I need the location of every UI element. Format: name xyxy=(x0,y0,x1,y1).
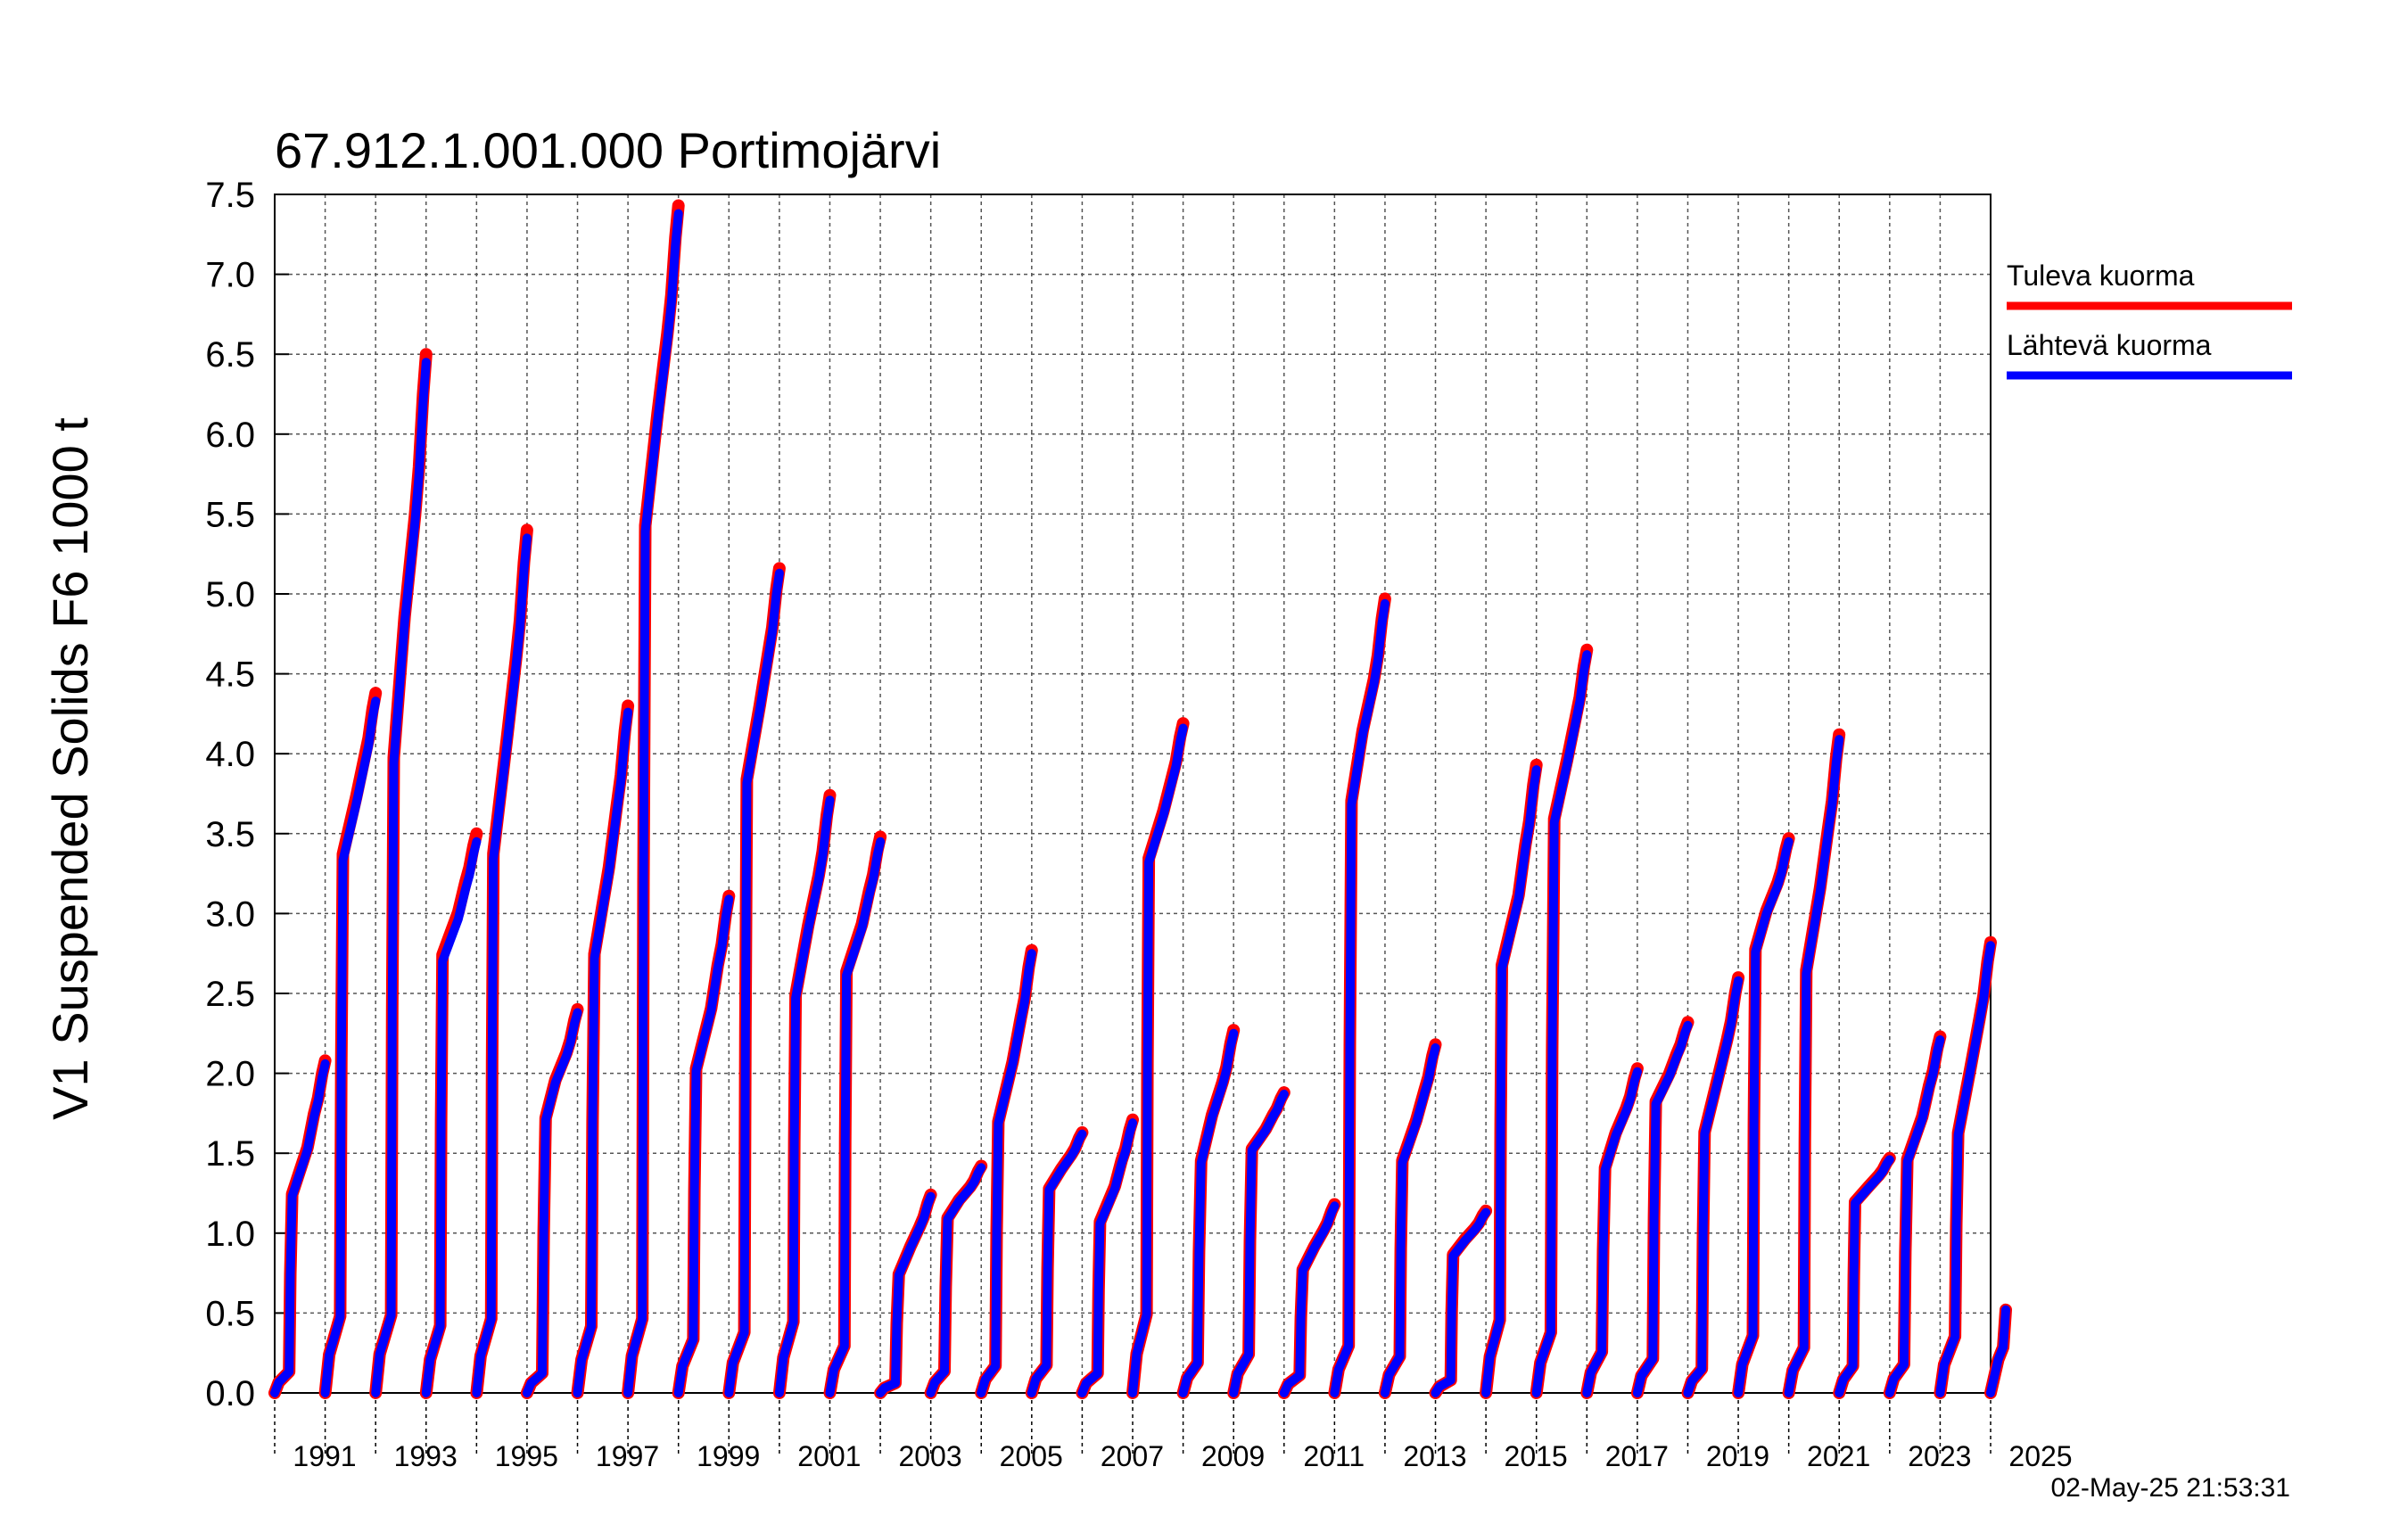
y-tick-label: 0.0 xyxy=(205,1374,255,1413)
x-tick-label: 2025 xyxy=(2008,1440,2072,1472)
y-tick-label: 7.5 xyxy=(205,176,255,215)
y-tick-label: 0.5 xyxy=(205,1294,255,1333)
y-tick-label: 5.5 xyxy=(205,495,255,534)
y-tick-label: 2.5 xyxy=(205,975,255,1014)
x-tick-label: 2019 xyxy=(1706,1440,1769,1472)
timestamp: 02-May-25 21:53:31 xyxy=(2050,1473,2290,1503)
y-tick-label: 5.0 xyxy=(205,575,255,614)
x-tick-label: 2003 xyxy=(898,1440,961,1472)
x-tick-label: 2015 xyxy=(1505,1440,1568,1472)
x-tick-label: 2007 xyxy=(1101,1440,1164,1472)
legend-label-lahteva: Lähtevä kuorma xyxy=(2007,329,2212,361)
y-tick-label: 1.0 xyxy=(205,1215,255,1254)
y-tick-label: 7.0 xyxy=(205,256,255,295)
y-tick-label: 1.5 xyxy=(205,1134,255,1174)
y-tick-label: 3.5 xyxy=(205,815,255,854)
y-tick-label: 4.0 xyxy=(205,735,255,774)
y-tick-label: 4.5 xyxy=(205,655,255,695)
x-tick-label: 2001 xyxy=(797,1440,861,1472)
x-tick-label: 2011 xyxy=(1303,1440,1365,1472)
x-tick-label: 2009 xyxy=(1201,1440,1265,1472)
y-tick-label: 6.5 xyxy=(205,335,255,375)
x-tick-label: 1995 xyxy=(495,1440,558,1472)
x-tick-label: 1993 xyxy=(394,1440,458,1472)
x-tick-label: 2013 xyxy=(1403,1440,1466,1472)
x-tick-label: 1997 xyxy=(596,1440,659,1472)
y-tick-label: 3.0 xyxy=(205,894,255,934)
y-tick-label: 6.0 xyxy=(205,416,255,455)
chart: 0.0 0.5 1.0 1.5 2.0 2.5 3.0 3.5 4.0 4.5 5.0 5.5 6.0 6… xyxy=(0,0,2408,1516)
x-tick-label: 2017 xyxy=(1605,1440,1669,1472)
y-tick-label: 2.0 xyxy=(205,1055,255,1094)
x-tick-label: 1999 xyxy=(697,1440,760,1472)
chart-title: 67.912.1.001.000 Portimojärvi xyxy=(275,122,941,178)
x-tick-label: 2021 xyxy=(1807,1440,1870,1472)
y-axis-label: V1 Suspended Solids F6 1000 t xyxy=(42,417,98,1120)
x-tick-label: 2023 xyxy=(1908,1440,1971,1472)
x-tick-label: 1991 xyxy=(293,1440,356,1472)
x-tick-label: 2005 xyxy=(1000,1440,1063,1472)
legend-label-tuleva: Tuleva kuorma xyxy=(2007,260,2195,292)
